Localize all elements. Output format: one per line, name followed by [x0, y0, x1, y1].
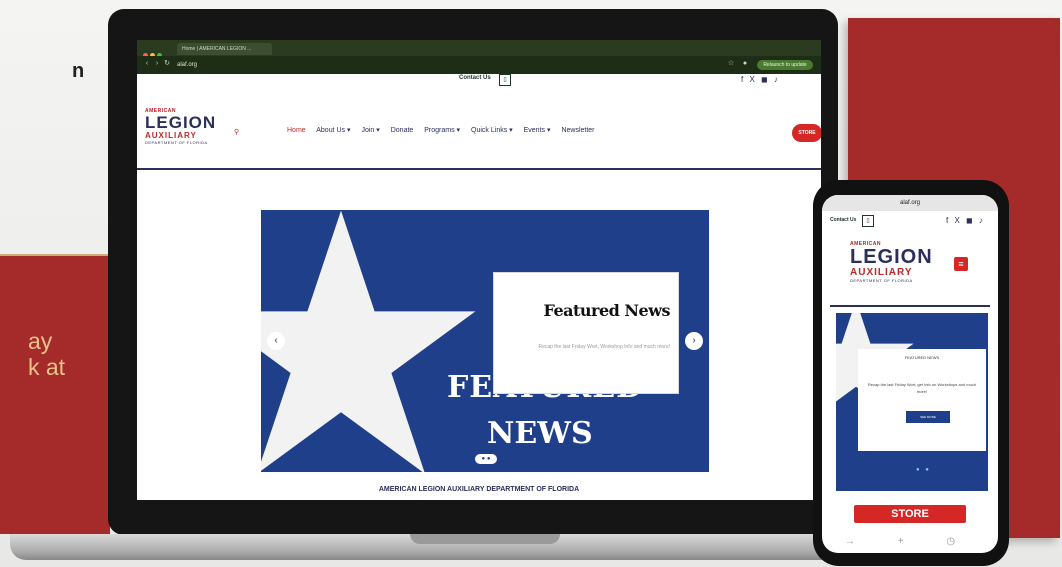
nav-donate[interactable]: Donate	[391, 127, 414, 134]
contact-label[interactable]: Contact Us	[459, 75, 491, 81]
section-heading: AMERICAN LEGION AUXILIARY DEPARTMENT OF …	[378, 486, 580, 493]
bookmark-icon[interactable]: ☆	[727, 60, 735, 68]
phone-card-description: Recap the last Friday Wort, get Info on …	[867, 382, 977, 394]
phone-hero: FEATURED NEWS Recap the last Friday Wort…	[836, 313, 988, 491]
phone-header-divider	[830, 305, 990, 307]
backdrop-text: n	[72, 60, 85, 82]
phone-contact-icon[interactable]: ▯	[862, 215, 874, 227]
forward-icon[interactable]: ›	[153, 60, 161, 68]
nav-about[interactable]: About Us ▾	[316, 127, 350, 134]
nav-join[interactable]: Join ▾	[361, 127, 379, 134]
logo-main: LEGION	[850, 246, 933, 268]
phone-store-button[interactable]: STORE	[854, 505, 966, 523]
see-more-button[interactable]: SEE MORE	[906, 411, 950, 423]
logo-aux: AUXILIARY	[145, 131, 197, 140]
phone-slider-dots[interactable]: ● ●	[916, 467, 931, 473]
website: Contact Us ▯ f X ◼ ♪ AMERICAN LEGION AUX…	[137, 74, 821, 500]
laptop-screen: Home | AMERICAN LEGION ... ‹ › ↻ alaf.or…	[137, 40, 821, 500]
nav-home[interactable]: Home	[287, 127, 306, 134]
divider	[0, 254, 110, 256]
nav-programs[interactable]: Programs ▾	[424, 127, 460, 134]
browser-tab[interactable]: Home | AMERICAN LEGION ...	[177, 43, 272, 55]
red-panel-left	[0, 254, 110, 534]
slider-dots[interactable]: ● ●	[475, 454, 497, 464]
nav-newsletter[interactable]: Newsletter	[561, 127, 594, 134]
update-button[interactable]: Relaunch to update	[757, 60, 813, 70]
red-text-line: k at	[28, 354, 66, 380]
search-icon[interactable]: ⚲	[234, 128, 239, 136]
red-panel-text: ay k at	[28, 328, 65, 380]
logo-dept: DEPARTMENT OF FLORIDA	[145, 140, 208, 145]
logo-dept: DEPARTMENT OF FLORIDA	[850, 278, 913, 283]
nav-quick-links[interactable]: Quick Links ▾	[471, 127, 513, 134]
social-icons[interactable]: f X ◼ ♪	[741, 75, 780, 84]
hamburger-menu-icon[interactable]: ≡	[954, 257, 968, 271]
header-divider	[137, 168, 821, 170]
nav-events[interactable]: Events ▾	[524, 127, 551, 134]
contact-icon[interactable]: ▯	[499, 74, 511, 86]
phone-bottom-toolbar[interactable]: → + ◷ ⋯	[822, 531, 998, 553]
slider-prev-button[interactable]: ‹	[267, 332, 285, 350]
phone-contact-label[interactable]: Contact Us	[830, 217, 856, 223]
phone-url-bar[interactable]: alaf.org	[822, 195, 998, 211]
featured-card: Featured News Recap the last Friday Wort…	[493, 272, 679, 394]
hero-heading-line2: NEWS	[487, 416, 593, 451]
hero-slider: FEATURED NEWS Featured News Recap the la…	[261, 210, 709, 472]
profile-icon[interactable]: ●	[741, 60, 749, 68]
red-text-line: ay	[28, 328, 53, 354]
main-nav: Home About Us ▾ Join ▾ Donate Programs ▾…	[287, 126, 604, 134]
phone-featured-card: FEATURED NEWS Recap the last Friday Wort…	[858, 349, 986, 451]
phone-social-icons[interactable]: f X ◼ ♪	[946, 216, 985, 225]
logo-main: LEGION	[145, 113, 217, 132]
back-icon[interactable]: ‹	[143, 60, 151, 68]
browser-tabbar: Home | AMERICAN LEGION ...	[137, 40, 821, 58]
laptop-notch	[410, 534, 560, 544]
star-graphic	[261, 210, 476, 472]
phone-logo[interactable]: AMERICAN LEGION AUXILIARY DEPARTMENT OF …	[850, 241, 954, 283]
store-button[interactable]: STORE	[792, 124, 821, 142]
slider-next-button[interactable]: ›	[685, 332, 703, 350]
logo-aux: AUXILIARY	[850, 267, 913, 278]
phone-card-heading: FEATURED NEWS	[904, 355, 940, 360]
url-field[interactable]: alaf.org	[177, 60, 717, 70]
phone-screen: alaf.org Contact Us ▯ f X ◼ ♪ AMERICAN L…	[822, 195, 998, 553]
site-logo[interactable]: AMERICAN LEGION AUXILIARY DEPARTMENT OF …	[145, 108, 235, 145]
featured-description: Recap the last Friday Wort, Workshop Inf…	[538, 344, 670, 350]
featured-title: Featured News	[543, 301, 670, 320]
reload-icon[interactable]: ↻	[163, 60, 171, 68]
